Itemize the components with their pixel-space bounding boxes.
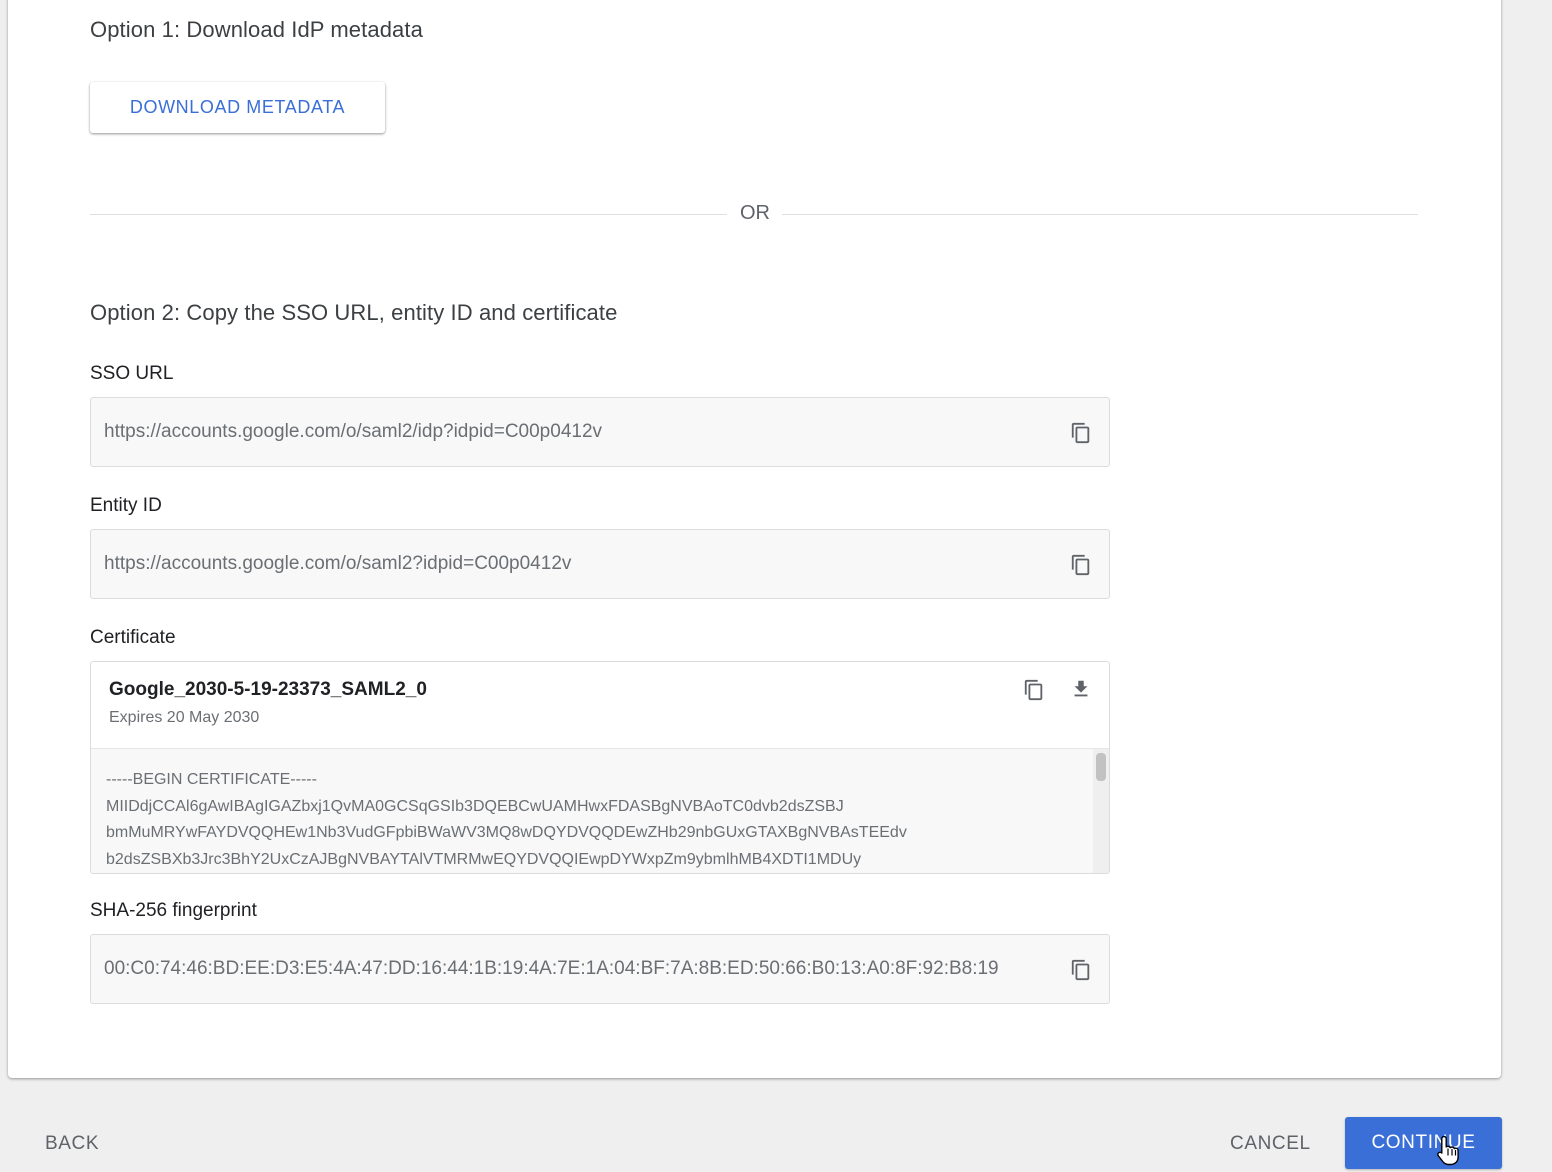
option2-heading: Option 2: Copy the SSO URL, entity ID an… bbox=[90, 300, 618, 325]
fingerprint-value: 00:C0:74:46:BD:EE:D3:E5:4A:47:DD:16:44:1… bbox=[104, 958, 999, 979]
entity-id-field[interactable]: https://accounts.google.com/o/saml2?idpi… bbox=[90, 529, 1110, 599]
fingerprint-field[interactable]: 00:C0:74:46:BD:EE:D3:E5:4A:47:DD:16:44:1… bbox=[90, 934, 1110, 1004]
copy-icon bbox=[1024, 679, 1043, 701]
entity-id-label: Entity ID bbox=[90, 495, 162, 516]
certificate-text: -----BEGIN CERTIFICATE----- MIIDdjCCAl6g… bbox=[106, 767, 907, 873]
certificate-line: -----BEGIN CERTIFICATE----- bbox=[106, 771, 317, 788]
download-icon bbox=[1074, 680, 1088, 697]
option1-heading: Option 1: Download IdP metadata bbox=[90, 17, 423, 42]
certificate-line: bmMuMRYwFAYDVQQHEw1Nb3VudGFpbiBWaWV3MQ8w… bbox=[106, 824, 907, 841]
setup-card: Option 1: Download IdP metadata DOWNLOAD… bbox=[8, 0, 1501, 1078]
sso-url-label: SSO URL bbox=[90, 363, 174, 384]
certificate-name: Google_2030-5-19-23373_SAML2_0 bbox=[109, 679, 427, 700]
certificate-text-area[interactable]: -----BEGIN CERTIFICATE----- MIIDdjCCAl6g… bbox=[91, 748, 1109, 873]
sso-url-value: https://accounts.google.com/o/saml2/idp?… bbox=[104, 421, 603, 442]
certificate-line: b2dsZSBXb3Jrc3BhY2UxCzAJBgNVBAYTAlVTMRMw… bbox=[106, 850, 862, 868]
fingerprint-copy-button[interactable] bbox=[1066, 955, 1096, 985]
copy-icon bbox=[1071, 554, 1090, 576]
certificate-copy-button[interactable] bbox=[1019, 675, 1049, 705]
cancel-button[interactable]: CANCEL bbox=[1230, 1133, 1311, 1155]
certificate-download-button[interactable] bbox=[1066, 674, 1096, 704]
fingerprint-label: SHA-256 fingerprint bbox=[90, 900, 257, 921]
divider-line-left bbox=[90, 214, 727, 215]
back-button[interactable]: BACK bbox=[45, 1133, 99, 1155]
sso-url-field[interactable]: https://accounts.google.com/o/saml2/idp?… bbox=[90, 397, 1110, 467]
or-divider: OR bbox=[90, 200, 1418, 228]
scrollbar-thumb[interactable] bbox=[1096, 753, 1106, 781]
certificate-line: MIIDdjCCAl6gAwIBAgIGAZbxj1QvMA0GCSqGSIb3… bbox=[106, 797, 844, 815]
certificate-scrollbar[interactable] bbox=[1093, 749, 1109, 873]
or-label: OR bbox=[740, 202, 770, 224]
entity-id-value: https://accounts.google.com/o/saml2?idpi… bbox=[104, 553, 572, 574]
divider-line-right bbox=[782, 214, 1418, 215]
certificate-expiry: Expires 20 May 2030 bbox=[109, 709, 260, 726]
sso-url-copy-button[interactable] bbox=[1066, 418, 1096, 448]
certificate-label: Certificate bbox=[90, 627, 176, 648]
download-metadata-button[interactable]: DOWNLOAD METADATA bbox=[90, 82, 385, 133]
continue-button[interactable]: CONTINUE bbox=[1345, 1117, 1502, 1169]
entity-id-copy-button[interactable] bbox=[1066, 550, 1096, 580]
copy-icon bbox=[1071, 422, 1090, 444]
copy-icon bbox=[1071, 959, 1090, 981]
certificate-panel: Google_2030-5-19-23373_SAML2_0 Expires 2… bbox=[90, 661, 1110, 874]
